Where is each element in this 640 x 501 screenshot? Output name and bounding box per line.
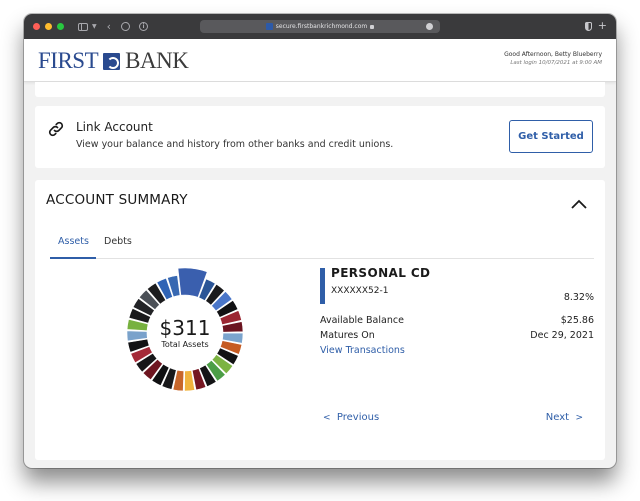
previous-card-bottom [35,82,605,97]
link-account-description: View your balance and history from other… [76,139,394,150]
available-balance-row: Available Balance $25.86 [320,315,594,326]
chevron-left-icon: < [323,413,331,423]
greeting-text: Good Afternoon, Betty Blueberry [504,51,602,58]
close-window-button[interactable] [33,23,40,30]
browser-titlebar: ▼ ‹ i secure.firstbankrichmond.com + [24,14,616,39]
asset-debt-tabs: Assets Debts [50,230,594,259]
previous-account-button[interactable]: < Previous [323,412,379,423]
shield-icon[interactable] [585,22,592,31]
sidebar-toggle-icon[interactable] [78,22,88,31]
logo-mark-icon [103,52,121,70]
tab-debts[interactable]: Debts [104,236,132,259]
minimize-window-button[interactable] [45,23,52,30]
logo-bank-text: BANK [125,48,189,73]
matures-on-label: Matures On [320,330,375,341]
tab-assets[interactable]: Assets [50,236,96,259]
link-account-card: Link Account View your balance and histo… [35,106,605,168]
privacy-icon[interactable] [121,22,131,31]
reader-mode-icon[interactable] [426,23,433,30]
account-color-indicator [320,268,325,304]
chevron-right-icon: > [575,413,583,423]
next-account-button[interactable]: Next > [546,412,583,423]
matures-on-row: Matures On Dec 29, 2021 [320,330,594,341]
available-balance-label: Available Balance [320,315,404,326]
address-bar[interactable]: secure.firstbankrichmond.com [200,20,440,33]
site-favicon [265,23,273,30]
view-transactions-link[interactable]: View Transactions [320,345,405,356]
matures-on-value: Dec 29, 2021 [530,330,594,341]
previous-label: Previous [336,412,380,423]
chevron-up-icon [571,199,587,209]
last-login-text: Last login 10/07/2021 at 9:00 AM [510,60,602,66]
url-text: secure.firstbankrichmond.com [275,23,368,30]
donut-svg [126,267,244,392]
bank-logo[interactable]: FIRST BANK [38,48,189,74]
window-controls [33,23,64,30]
user-greeting: Good Afternoon, Betty Blueberry Last log… [504,51,602,66]
link-account-title: Link Account [76,120,153,134]
site-header: FIRST BANK Good Afternoon, Betty Blueber… [24,39,616,82]
available-balance-value: $25.86 [560,315,594,326]
account-name: PERSONAL CD [331,266,431,280]
back-button[interactable]: ‹ [107,20,111,33]
browser-window: ▼ ‹ i secure.firstbankrichmond.com + FIR… [24,14,616,468]
assets-donut-chart: $311 Total Assets [120,267,250,398]
info-icon[interactable]: i [139,22,149,31]
zoom-window-button[interactable] [57,23,64,30]
new-tab-button[interactable]: + [598,19,607,32]
account-summary-card: ACCOUNT SUMMARY Assets Debts $311 Total … [35,180,605,460]
next-label: Next [545,412,570,423]
get-started-button[interactable]: Get Started [509,120,593,153]
link-icon [47,120,65,142]
lock-icon [370,24,375,29]
account-summary-title: ACCOUNT SUMMARY [46,192,188,208]
logo-first-text: FIRST [38,48,99,73]
account-percent: 8.32% [563,292,594,303]
account-number: XXXXXX52-1 [331,286,389,296]
chevron-down-icon[interactable]: ▼ [92,23,97,30]
collapse-button[interactable] [571,194,587,209]
